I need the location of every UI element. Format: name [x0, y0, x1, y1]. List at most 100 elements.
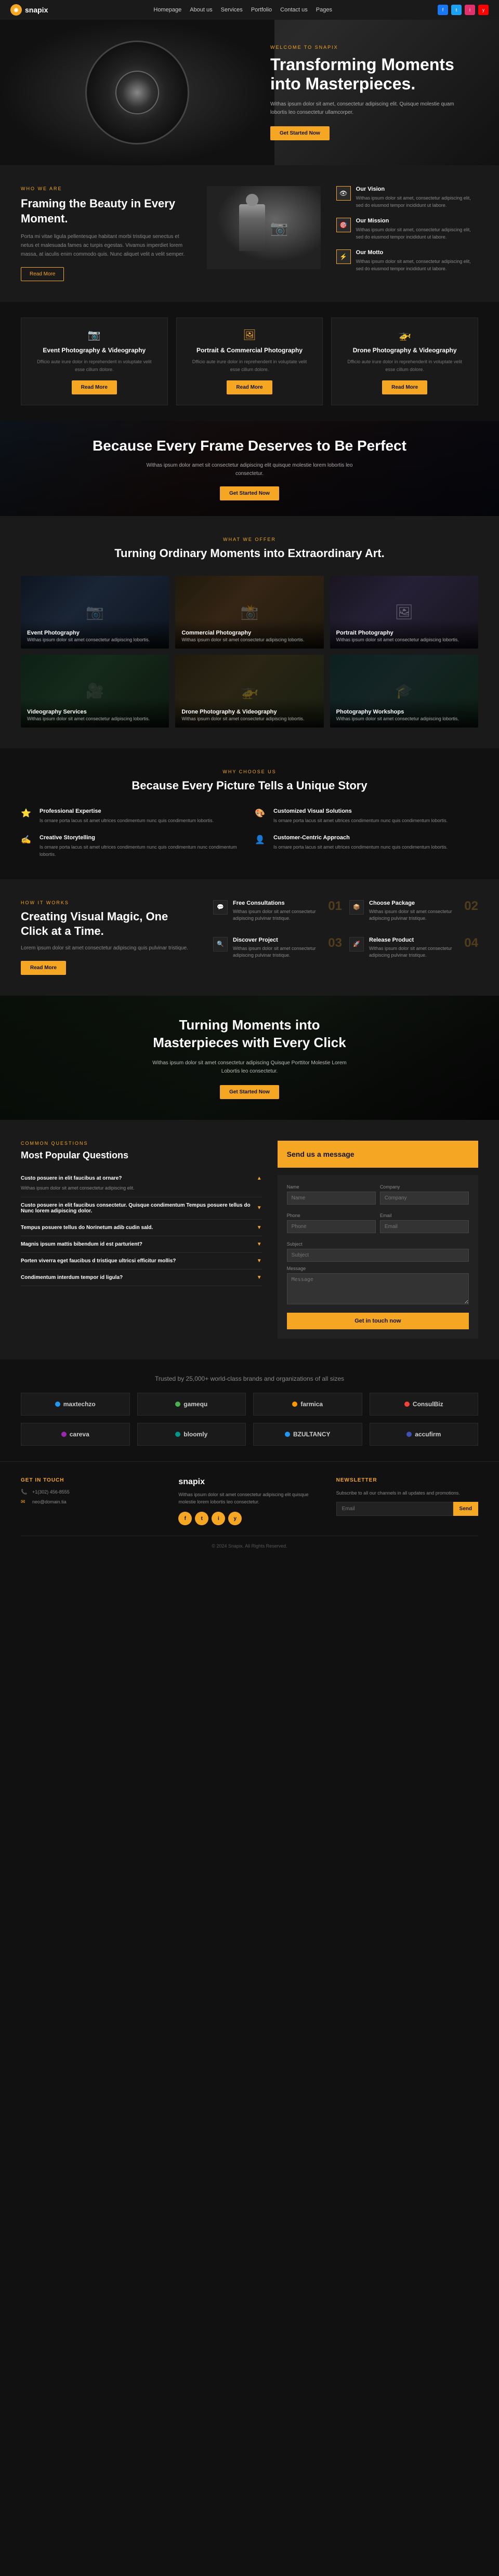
- newsletter-form: Send: [336, 1502, 478, 1516]
- discover-icon: 🔍: [213, 937, 228, 952]
- portfolio-card-event[interactable]: 📷 Event Photography Withas ipsum dolor s…: [21, 576, 169, 649]
- faq-question-0[interactable]: Custo posuere in elit faucibus at ornare…: [21, 1175, 262, 1181]
- faq-item-0[interactable]: Custo posuere in elit faucibus at ornare…: [21, 1170, 262, 1197]
- youtube-icon[interactable]: y: [478, 5, 489, 15]
- name-input[interactable]: [287, 1192, 376, 1205]
- message-label: Message: [287, 1266, 469, 1271]
- hero-section: WELCOME TO SNAPIX Transforming Moments i…: [0, 20, 499, 165]
- faq-q-text-3: Magnis ipsum mattis bibendum id est part…: [21, 1241, 142, 1247]
- nav-about[interactable]: About us: [190, 7, 212, 13]
- visual-desc: Is ornare porta lacus sit amet ultrices …: [273, 817, 448, 824]
- faq-item-1[interactable]: Custo posuere in elit faucibus consectet…: [21, 1197, 262, 1220]
- who-left-col: WHO WE ARE Framing the Beauty in Every M…: [21, 186, 191, 281]
- step-package-content: Choose Package Withas ipsum dolor sit am…: [369, 900, 459, 922]
- portfolio-drone-overlay: Drone Photography & Videography Withas i…: [175, 698, 323, 728]
- brand-farmica-dot: [292, 1402, 297, 1407]
- phone-icon: 📞: [21, 1489, 28, 1495]
- instagram-icon[interactable]: i: [465, 5, 475, 15]
- hero-description: Withas ipsum dolor sit amet, consectetur…: [270, 100, 468, 117]
- step-num-02: 02: [464, 900, 478, 913]
- how-step-consultation: 💬 Free Consultations Withas ipsum dolor …: [213, 900, 342, 922]
- service-drone-cta[interactable]: Read More: [382, 380, 427, 394]
- faq-question-1[interactable]: Custo posuere in elit faucibus consectet…: [21, 1203, 262, 1214]
- service-drone-desc: Dfficio aute irure dolor in reprehenderi…: [342, 358, 467, 373]
- portfolio-card-commercial[interactable]: 📸 Commercial Photography Withas ipsum do…: [175, 576, 323, 649]
- camera-lens: [85, 41, 189, 144]
- faq-question-2[interactable]: Tempus posuere tellus do Norinetum adib …: [21, 1225, 262, 1231]
- form-field-subject: Subject: [287, 1241, 469, 1262]
- who-read-more-button[interactable]: Read More: [21, 267, 64, 281]
- subject-input[interactable]: [287, 1249, 469, 1262]
- hero-cta-button[interactable]: Get Started Now: [270, 126, 330, 140]
- footer-instagram-btn[interactable]: i: [212, 1512, 225, 1525]
- faq-question-4[interactable]: Porten viverra eget faucibus d tristique…: [21, 1258, 262, 1264]
- portfolio-img-workshop: 🎓 Photography Workshops Withas ipsum dol…: [330, 655, 478, 728]
- message-textarea[interactable]: [287, 1273, 469, 1304]
- faq-question-5[interactable]: Condimentum interdum tempor id ligula? ▼: [21, 1275, 262, 1280]
- portfolio-workshop-overlay: Photography Workshops Withas ipsum dolor…: [330, 698, 478, 728]
- portfolio-event-desc: Withas ipsum dolor sit amet consectetur …: [27, 637, 163, 642]
- nav-contact[interactable]: Contact us: [280, 7, 308, 13]
- cta-title: Turning Moments into Masterpieces with E…: [140, 1016, 359, 1052]
- customer-icon: 👤: [255, 835, 267, 845]
- expertise-icon: ⭐: [21, 808, 33, 818]
- submit-button[interactable]: Get in touch now: [287, 1313, 469, 1329]
- release-name: Release Product: [369, 937, 459, 943]
- facebook-icon[interactable]: f: [438, 5, 448, 15]
- footer-contact-label: Get in touch: [21, 1477, 163, 1483]
- footer-youtube-btn[interactable]: y: [228, 1512, 242, 1525]
- footer-email-text: neo@domain.tia: [32, 1499, 67, 1504]
- brand-consulbiz-dot: [404, 1402, 410, 1407]
- portfolio-card-video[interactable]: 🎥 Videography Services Withas ipsum dolo…: [21, 655, 169, 728]
- service-event-cta[interactable]: Read More: [72, 380, 117, 394]
- how-read-more-button[interactable]: Read More: [21, 961, 66, 975]
- storytelling-title: Creative Storytelling: [40, 835, 244, 841]
- faq-item-3[interactable]: Magnis ipsum mattis bibendum id est part…: [21, 1236, 262, 1253]
- how-label: HOW IT WORKS: [21, 900, 198, 905]
- service-portrait-cta[interactable]: Read More: [227, 380, 272, 394]
- hero-camera-visual: [0, 20, 274, 165]
- parallax-cta-button[interactable]: Get Started Now: [220, 486, 279, 500]
- faq-item-2[interactable]: Tempus posuere tellus do Norinetum adib …: [21, 1220, 262, 1236]
- faq-title: Most Popular Questions: [21, 1150, 262, 1161]
- why-header: WHY CHOOSE US Because Every Picture Tell…: [21, 769, 478, 794]
- portfolio-workshop-name: Photography Workshops: [336, 709, 472, 715]
- portfolio-img-drone: 🚁 Drone Photography & Videography Withas…: [175, 655, 323, 728]
- footer-twitter-btn[interactable]: t: [195, 1512, 208, 1525]
- nav-social: f t i y: [438, 5, 489, 15]
- logo[interactable]: ◉ snapix: [10, 4, 48, 16]
- nav-services[interactable]: Services: [221, 7, 243, 13]
- brand-bloomly-dot: [175, 1432, 180, 1437]
- release-icon: 🚀: [349, 937, 364, 952]
- brand-bzultancy-dot: [285, 1432, 290, 1437]
- newsletter-input[interactable]: [336, 1502, 453, 1516]
- brand-gamequ: gamequ: [137, 1393, 246, 1416]
- faq-item-5[interactable]: Condimentum interdum tempor id ligula? ▼: [21, 1270, 262, 1286]
- newsletter-send-button[interactable]: Send: [453, 1502, 478, 1516]
- faq-contact-section: COMMON QUESTIONS Most Popular Questions …: [0, 1120, 499, 1359]
- contact-title-box: Send us a message: [278, 1141, 478, 1168]
- twitter-icon[interactable]: t: [451, 5, 462, 15]
- brand-maxtechzo-dot: [55, 1402, 60, 1407]
- contact-col: Send us a message Name Company Phone: [278, 1141, 478, 1339]
- footer-facebook-btn[interactable]: f: [178, 1512, 192, 1525]
- faq-item-4[interactable]: Porten viverra eget faucibus d tristique…: [21, 1253, 262, 1270]
- footer-phone: 📞 +1(302) 456-8555: [21, 1489, 163, 1495]
- phone-input[interactable]: [287, 1220, 376, 1233]
- nav-homepage[interactable]: Homepage: [153, 7, 181, 13]
- portfolio-card-workshop[interactable]: 🎓 Photography Workshops Withas ipsum dol…: [330, 655, 478, 728]
- cta-button[interactable]: Get Started Now: [220, 1085, 279, 1099]
- brand-accufirm-dot: [406, 1432, 412, 1437]
- package-name: Choose Package: [369, 900, 459, 906]
- email-input[interactable]: [380, 1220, 469, 1233]
- service-drone-name: Drone Photography & Videography: [342, 347, 467, 354]
- nav-pages[interactable]: Pages: [316, 7, 332, 13]
- portfolio-card-drone[interactable]: 🚁 Drone Photography & Videography Withas…: [175, 655, 323, 728]
- faq-question-3[interactable]: Magnis ipsum mattis bibendum id est part…: [21, 1241, 262, 1247]
- step-num-03: 03: [328, 937, 342, 949]
- brand-farmica-name: farmica: [300, 1401, 323, 1408]
- nav-portfolio[interactable]: Portfolio: [251, 7, 272, 13]
- portfolio-card-portrait[interactable]: 🖼 Portrait Photography Withas ipsum dolo…: [330, 576, 478, 649]
- company-input[interactable]: [380, 1192, 469, 1205]
- footer-social: f t i y: [178, 1512, 320, 1525]
